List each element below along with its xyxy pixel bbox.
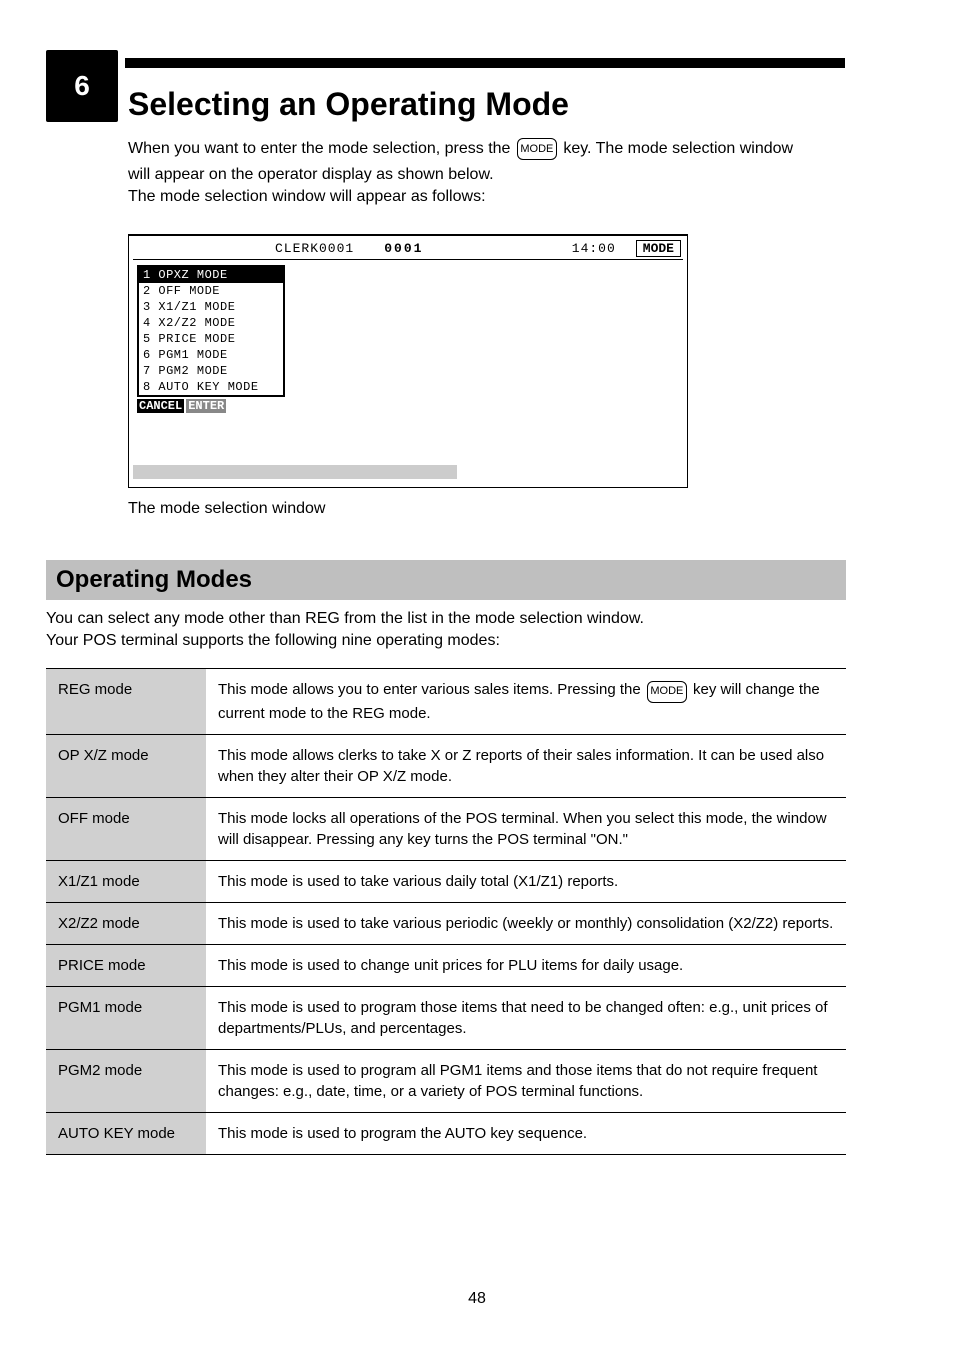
mode-desc-reg: This mode allows you to enter various sa… (206, 669, 846, 735)
intro-text-1a: When you want to enter the mode selectio… (128, 140, 515, 157)
table-row: PGM2 mode This mode is used to program a… (46, 1049, 846, 1112)
screen-mode-indicator: MODE (636, 240, 681, 257)
mode-desc-x2z2: This mode is used to take various period… (206, 902, 846, 944)
mode-menu-actions: CANCELENTER (137, 399, 226, 413)
screen-time: 14:00 (572, 241, 616, 256)
mode-menu-item-opxz[interactable]: 1 OPXZ MODE (139, 267, 283, 283)
operating-modes-heading: Operating Modes (46, 560, 846, 600)
table-row: PRICE mode This mode is used to change u… (46, 944, 846, 986)
page-number: 48 (0, 1290, 954, 1308)
mode-label-reg: REG mode (46, 669, 206, 735)
mode-label-price: PRICE mode (46, 944, 206, 986)
screen-top-border (129, 235, 687, 236)
mode-menu-item-off[interactable]: 2 OFF MODE (139, 283, 283, 299)
mode-label-x1z1: X1/Z1 mode (46, 860, 206, 902)
mode-menu-item-pgm1[interactable]: 6 PGM1 MODE (139, 347, 283, 363)
desc-text-a: This mode allows you to enter various sa… (218, 681, 645, 698)
screen-header-rule (133, 259, 683, 260)
header-rule (125, 58, 845, 68)
table-row: OP X/Z mode This mode allows clerks to t… (46, 734, 846, 797)
mode-desc-autokey: This mode is used to program the AUTO ke… (206, 1112, 846, 1154)
mode-desc-pgm2: This mode is used to program all PGM1 it… (206, 1049, 846, 1112)
operating-modes-table: REG mode This mode allows you to enter v… (46, 668, 846, 1155)
mode-menu[interactable]: 1 OPXZ MODE 2 OFF MODE 3 X1/Z1 MODE 4 X2… (137, 265, 285, 397)
section-number-badge: 6 (46, 50, 118, 122)
screen-mock: CLERK0001 0001 14:00 MODE 1 OPXZ MODE 2 … (128, 234, 688, 488)
table-row: X2/Z2 mode This mode is used to take var… (46, 902, 846, 944)
mode-desc-x1z1: This mode is used to take various daily … (206, 860, 846, 902)
figure-caption: The mode selection window (128, 500, 325, 518)
intro-line-1: When you want to enter the mode selectio… (128, 138, 793, 160)
mode-label-pgm1: PGM1 mode (46, 986, 206, 1049)
mode-key-icon: MODE (647, 681, 687, 703)
intro-text-1b: key. The mode selection window (563, 140, 793, 157)
cancel-button[interactable]: CANCEL (137, 399, 184, 413)
mode-menu-item-autokey[interactable]: 8 AUTO KEY MODE (139, 379, 283, 395)
mode-desc-opxz: This mode allows clerks to take X or Z r… (206, 734, 846, 797)
table-row: AUTO KEY mode This mode is used to progr… (46, 1112, 846, 1154)
screen-consec-number: 0001 (384, 241, 423, 256)
enter-button[interactable]: ENTER (186, 399, 226, 413)
table-row: PGM1 mode This mode is used to program t… (46, 986, 846, 1049)
mode-menu-item-price[interactable]: 5 PRICE MODE (139, 331, 283, 347)
mode-desc-off: This mode locks all operations of the PO… (206, 797, 846, 860)
mode-desc-pgm1: This mode is used to program those items… (206, 986, 846, 1049)
modes-intro-1: You can select any mode other than REG f… (46, 610, 644, 628)
mode-menu-item-x1z1[interactable]: 3 X1/Z1 MODE (139, 299, 283, 315)
intro-line-3: The mode selection window will appear as… (128, 188, 486, 206)
mode-label-autokey: AUTO KEY mode (46, 1112, 206, 1154)
mode-menu-item-pgm2[interactable]: 7 PGM2 MODE (139, 363, 283, 379)
section-title: Selecting an Operating Mode (128, 86, 569, 123)
screen-status-bar (133, 465, 457, 479)
table-row: X1/Z1 mode This mode is used to take var… (46, 860, 846, 902)
mode-label-opxz: OP X/Z mode (46, 734, 206, 797)
screen-header: CLERK0001 0001 14:00 MODE (129, 239, 687, 257)
mode-key-icon: MODE (517, 138, 557, 160)
mode-menu-item-x2z2[interactable]: 4 X2/Z2 MODE (139, 315, 283, 331)
mode-label-pgm2: PGM2 mode (46, 1049, 206, 1112)
mode-desc-price: This mode is used to change unit prices … (206, 944, 846, 986)
mode-label-x2z2: X2/Z2 mode (46, 902, 206, 944)
intro-line-2: will appear on the operator display as s… (128, 166, 494, 184)
table-row: OFF mode This mode locks all operations … (46, 797, 846, 860)
mode-label-off: OFF mode (46, 797, 206, 860)
table-row: REG mode This mode allows you to enter v… (46, 669, 846, 735)
screen-clerk-label: CLERK0001 (275, 241, 354, 256)
modes-intro-2: Your POS terminal supports the following… (46, 632, 500, 650)
